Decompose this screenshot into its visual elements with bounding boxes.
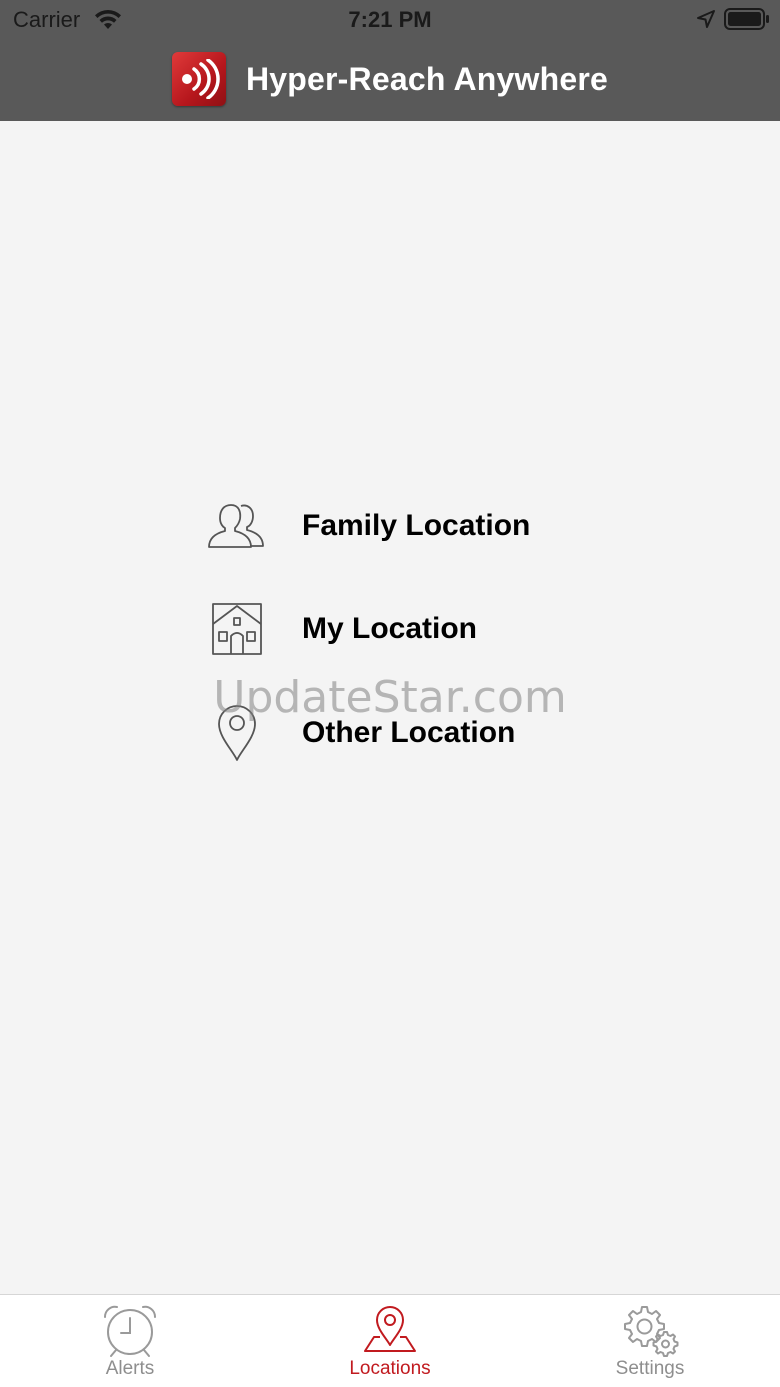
status-bar: Carrier 7:21 PM <box>0 0 780 40</box>
house-icon <box>205 597 269 661</box>
tab-alerts-label: Alerts <box>105 1358 155 1379</box>
my-location-label: My Location <box>302 612 478 645</box>
status-time: 7:21 PM <box>348 7 432 32</box>
alarm-clock-icon <box>100 1303 160 1359</box>
page-title: Hyper-Reach Anywhere <box>245 60 609 97</box>
family-location-label: Family Location <box>302 509 531 542</box>
nav-title-bar: Hyper-Reach Anywhere <box>0 48 780 110</box>
other-location-label: Other Location <box>302 716 516 749</box>
locations-content: Family Location My Location Other Locati… <box>0 121 780 1294</box>
family-location-button[interactable]: Family Location <box>205 491 585 561</box>
tab-settings[interactable]: Settings <box>550 1295 750 1387</box>
tab-bar: Alerts Locations Settings <box>0 1294 780 1387</box>
tab-locations[interactable]: Locations <box>290 1295 490 1387</box>
gears-icon <box>620 1303 680 1359</box>
family-icon <box>205 494 269 558</box>
other-location-button[interactable]: Other Location <box>205 698 585 768</box>
location-arrow-icon <box>696 9 716 29</box>
battery-icon <box>724 8 770 30</box>
hyper-reach-logo-icon <box>171 52 226 106</box>
top-header: Carrier 7:21 PM Hyper-Reach Anywhere <box>0 0 780 121</box>
tab-locations-label: Locations <box>349 1358 431 1379</box>
location-pin-icon <box>360 1303 420 1359</box>
my-location-button[interactable]: My Location <box>205 594 585 664</box>
tab-settings-label: Settings <box>615 1358 685 1379</box>
map-pin-icon <box>205 701 269 765</box>
tab-alerts[interactable]: Alerts <box>30 1295 230 1387</box>
